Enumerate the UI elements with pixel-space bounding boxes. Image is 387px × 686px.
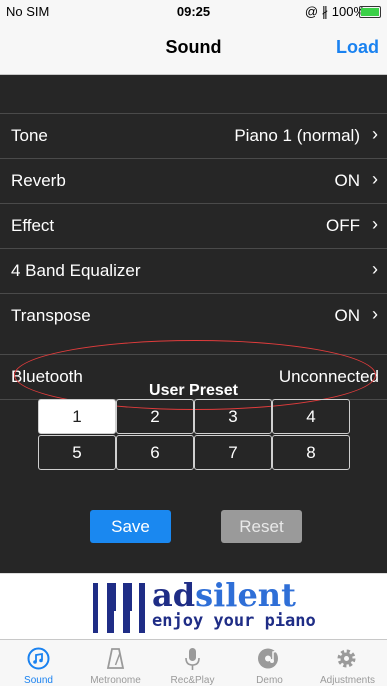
brand-tagline: enjoy your piano	[152, 611, 316, 631]
setting-label: Reverb	[11, 171, 66, 190]
user-preset-title: User Preset	[149, 382, 238, 399]
status-bar: No SIM 09:25 @ ∦ 100%	[0, 0, 387, 22]
load-button[interactable]: Load	[336, 37, 379, 58]
setting-row-effect[interactable]: Effect OFF ›	[0, 203, 387, 248]
tab-metronome[interactable]: Metronome	[77, 640, 154, 686]
preset-slot-7[interactable]: 7	[194, 435, 272, 470]
brand-ad: ad	[152, 576, 196, 614]
setting-label: Effect	[11, 216, 55, 235]
setting-row-equalizer[interactable]: 4 Band Equalizer ›	[0, 248, 387, 293]
preset-slot-5[interactable]: 5	[38, 435, 116, 470]
setting-value: ON	[334, 306, 361, 325]
tab-label: Metronome	[90, 675, 141, 686]
setting-row-reverb[interactable]: Reverb ON ›	[0, 158, 387, 203]
setting-value: ON	[334, 171, 361, 190]
setting-row-transpose[interactable]: Transpose ON ›	[0, 293, 387, 338]
brand-name: adsilent	[152, 576, 296, 614]
tab-label: Adjustments	[319, 675, 376, 686]
reset-button[interactable]: Reset	[221, 510, 302, 543]
save-button[interactable]: Save	[90, 510, 171, 543]
tab-label: Demo	[256, 675, 283, 686]
demo-icon	[258, 648, 280, 669]
preset-slot-6[interactable]: 6	[116, 435, 194, 470]
gear-icon	[337, 649, 356, 668]
setting-row-tone[interactable]: Tone Piano 1 (normal) ›	[0, 113, 387, 158]
tab-bar: Sound Metronome Rec&Play Demo Adjustment…	[0, 639, 387, 686]
tab-label: Sound	[24, 675, 53, 686]
tab-sound[interactable]: Sound	[0, 640, 77, 686]
sound-icon	[27, 647, 50, 670]
brand-silent: silent	[195, 576, 296, 614]
preset-slot-1[interactable]: 1	[38, 399, 116, 434]
tab-adjustments[interactable]: Adjustments	[308, 640, 387, 686]
chevron-right-icon: ›	[372, 169, 378, 189]
status-indicators: @ ∦ 100%	[304, 4, 365, 19]
tab-rec-play[interactable]: Rec&Play	[154, 640, 231, 686]
tab-demo[interactable]: Demo	[231, 640, 308, 686]
chevron-right-icon: ›	[372, 304, 378, 324]
preset-slot-2[interactable]: 2	[116, 399, 194, 434]
chevron-right-icon: ›	[372, 214, 378, 234]
tab-label: Rec&Play	[170, 675, 215, 686]
setting-value: OFF	[326, 216, 360, 235]
piano-keys-logo	[93, 583, 145, 633]
chevron-right-icon: ›	[372, 259, 378, 279]
metronome-icon	[106, 648, 125, 669]
setting-value: Piano 1 (normal)	[234, 126, 360, 145]
chevron-right-icon: ›	[372, 124, 378, 144]
preset-slot-3[interactable]: 3	[194, 399, 272, 434]
preset-slot-4[interactable]: 4	[272, 399, 350, 434]
setting-label: Tone	[11, 126, 48, 145]
nav-bar: Sound Load	[0, 22, 387, 75]
battery-icon	[359, 6, 381, 18]
setting-label: Transpose	[11, 306, 91, 325]
page-title: Sound	[165, 37, 222, 57]
settings-panel: Tone Piano 1 (normal) › Reverb ON › Effe…	[0, 75, 387, 573]
microphone-icon	[185, 648, 200, 670]
setting-label: 4 Band Equalizer	[11, 261, 141, 280]
preset-grid: 1 2 3 4 5 6 7 8	[38, 399, 352, 471]
preset-slot-8[interactable]: 8	[272, 435, 350, 470]
